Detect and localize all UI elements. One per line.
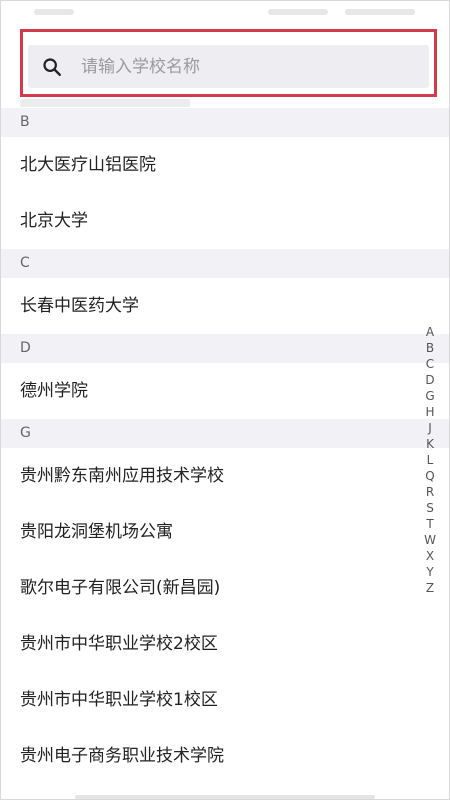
index-letter-g[interactable]: G (425, 388, 434, 404)
search-area (0, 26, 450, 106)
status-battery-faint (345, 9, 415, 15)
status-time-faint (34, 9, 74, 15)
search-highlight-frame (20, 29, 437, 97)
status-icons-faint (268, 9, 328, 15)
list-item[interactable]: 北京大学 (0, 193, 450, 249)
list-item[interactable]: 贵州市中华职业学校1校区 (0, 672, 450, 728)
index-letter-j[interactable]: J (428, 420, 432, 436)
section-header-b: B (0, 108, 450, 137)
search-icon (43, 57, 61, 76)
index-letter-l[interactable]: L (427, 452, 434, 468)
index-letter-w[interactable]: W (424, 532, 436, 548)
index-letter-a[interactable]: A (426, 324, 434, 340)
section-header-d: D (0, 334, 450, 363)
list-item[interactable]: 德州学院 (0, 363, 450, 419)
clipped-list-item (0, 96, 450, 108)
search-box[interactable] (28, 45, 429, 88)
list-item[interactable]: 贵州黔东南州应用技术学校 (0, 448, 450, 504)
section-header-g: G (0, 419, 450, 448)
home-indicator (75, 795, 375, 799)
index-letter-z[interactable]: Z (426, 580, 434, 596)
list-item[interactable]: 贵阳龙洞堡机场公寓 (0, 504, 450, 560)
index-letter-t[interactable]: T (426, 516, 433, 532)
alphabet-index-bar[interactable]: A B C D G H J K L Q R S T W X Y Z (418, 324, 442, 596)
list-item[interactable]: 贵州电子商务职业技术学院 (0, 728, 450, 784)
index-letter-y[interactable]: Y (426, 564, 433, 580)
index-letter-r[interactable]: R (426, 484, 434, 500)
section-header-c: C (0, 249, 450, 278)
index-letter-q[interactable]: Q (425, 468, 434, 484)
list-item[interactable]: 贵州市中华职业学校2校区 (0, 616, 450, 672)
search-input[interactable] (81, 56, 381, 77)
index-letter-h[interactable]: H (425, 404, 434, 420)
index-letter-s[interactable]: S (426, 500, 434, 516)
list-item[interactable]: 歌尔电子有限公司(新昌园) (0, 560, 450, 616)
school-list: B 北大医疗山铝医院 北京大学 C 长春中医药大学 D 德州学院 G 贵州黔东南… (0, 108, 450, 784)
list-item[interactable]: 长春中医药大学 (0, 278, 450, 334)
index-letter-b[interactable]: B (426, 340, 434, 356)
index-letter-x[interactable]: X (426, 548, 434, 564)
index-letter-c[interactable]: C (426, 356, 434, 372)
status-bar (0, 0, 450, 26)
list-item[interactable]: 北大医疗山铝医院 (0, 137, 450, 193)
index-letter-d[interactable]: D (425, 372, 434, 388)
clipped-text-ghost (20, 99, 190, 107)
index-letter-k[interactable]: K (426, 436, 434, 452)
